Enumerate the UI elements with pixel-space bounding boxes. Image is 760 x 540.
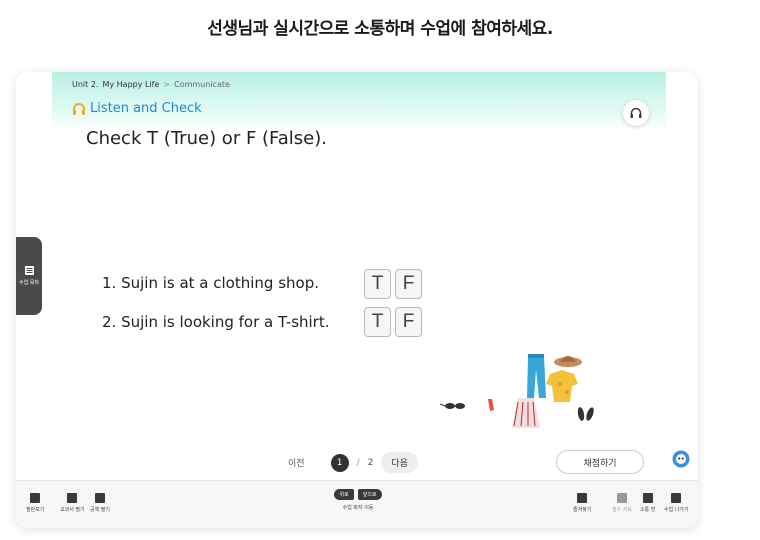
question-2: 2. Sujin is looking for a T-shirt. [102, 313, 330, 331]
breadcrumb-separator: > [163, 80, 171, 89]
grade-button[interactable]: 채점하기 [556, 450, 644, 474]
nav-next-button[interactable]: 앞으로 [357, 489, 382, 500]
page-separator: / [356, 457, 360, 468]
page-heading: 선생님과 실시간으로 소통하며 수업에 참여하세요. [207, 19, 553, 39]
skirt-icon [512, 398, 540, 428]
lesson-contents-label: 수업 목차 [19, 280, 39, 286]
lipstick-icon [488, 399, 494, 411]
toolbar-notebook[interactable]: 공책 펼기 [90, 493, 110, 513]
lesson-contents-tab[interactable]: 수업 목차 [16, 237, 42, 315]
toolbar-materials[interactable]: 필수 자료 [612, 493, 632, 513]
shirt-icon [546, 370, 578, 402]
answer-group-2: T F [364, 307, 422, 337]
exit-icon [671, 493, 682, 503]
prev-page-button[interactable]: 이전 [288, 456, 305, 469]
notebook-icon [95, 493, 105, 503]
true-button-q2[interactable]: T [364, 307, 391, 337]
bookmark-icon [577, 493, 588, 503]
clothing-illustration [439, 354, 594, 428]
section-title-text: Listen and Check [90, 101, 202, 116]
lesson-navigation: 위로 앞으로 수업 화자 이동 [326, 489, 390, 511]
toolbar-exit[interactable]: 수업 나가기 [664, 493, 689, 513]
nav-label: 수업 화자 이동 [342, 505, 374, 511]
toolbar-chat[interactable]: 소통 방 [640, 493, 655, 513]
total-pages[interactable]: 2 [368, 458, 374, 468]
toolbar-board-view[interactable]: 필판보기 [26, 493, 44, 513]
breadcrumb-unit[interactable]: Unit 2. [72, 80, 98, 89]
true-button-q1[interactable]: T [364, 269, 391, 299]
laptop-icon [30, 493, 41, 503]
answer-group-1: T F [364, 269, 422, 299]
jeans-icon [527, 354, 546, 398]
nav-prev-button[interactable]: 위로 [334, 489, 354, 500]
list-icon [24, 266, 34, 275]
headphone-icon [73, 102, 85, 115]
next-page-button[interactable]: 다음 [381, 452, 418, 473]
headphone-icon [630, 107, 642, 118]
breadcrumb-section: Communicate [174, 80, 230, 89]
sunglasses-icon [439, 403, 465, 409]
book-icon [67, 493, 78, 503]
false-button-q2[interactable]: F [395, 307, 422, 337]
current-page: 1 [330, 453, 349, 472]
breadcrumb-unit-title[interactable]: My Happy Life [102, 80, 159, 89]
false-button-q1[interactable]: F [395, 269, 422, 299]
document-icon [617, 493, 627, 503]
chat-icon [642, 493, 653, 503]
lesson-window: Unit 2. My Happy Life > Communicate List… [16, 72, 698, 528]
assistant-icon[interactable] [672, 450, 690, 468]
toolbar-bookmark[interactable]: 즐겨찾기 [573, 493, 591, 513]
sandals-icon [577, 407, 594, 421]
bottom-toolbar: 필판보기 교과서 펼기 공책 펼기 위로 앞으로 수업 화자 이동 즐겨찾기 필… [16, 480, 698, 528]
breadcrumb: Unit 2. My Happy Life > Communicate [72, 80, 230, 89]
toolbar-textbook[interactable]: 교과서 펼기 [60, 493, 85, 513]
hat-icon [554, 356, 582, 367]
question-1: 1. Sujin is at a clothing shop. [102, 274, 320, 292]
instruction-text: Check T (True) or F (False). [86, 128, 327, 149]
pager: 이전 1 / 2 다음 [288, 452, 418, 473]
audio-play-button[interactable] [623, 100, 649, 126]
section-title: Listen and Check [72, 101, 202, 116]
